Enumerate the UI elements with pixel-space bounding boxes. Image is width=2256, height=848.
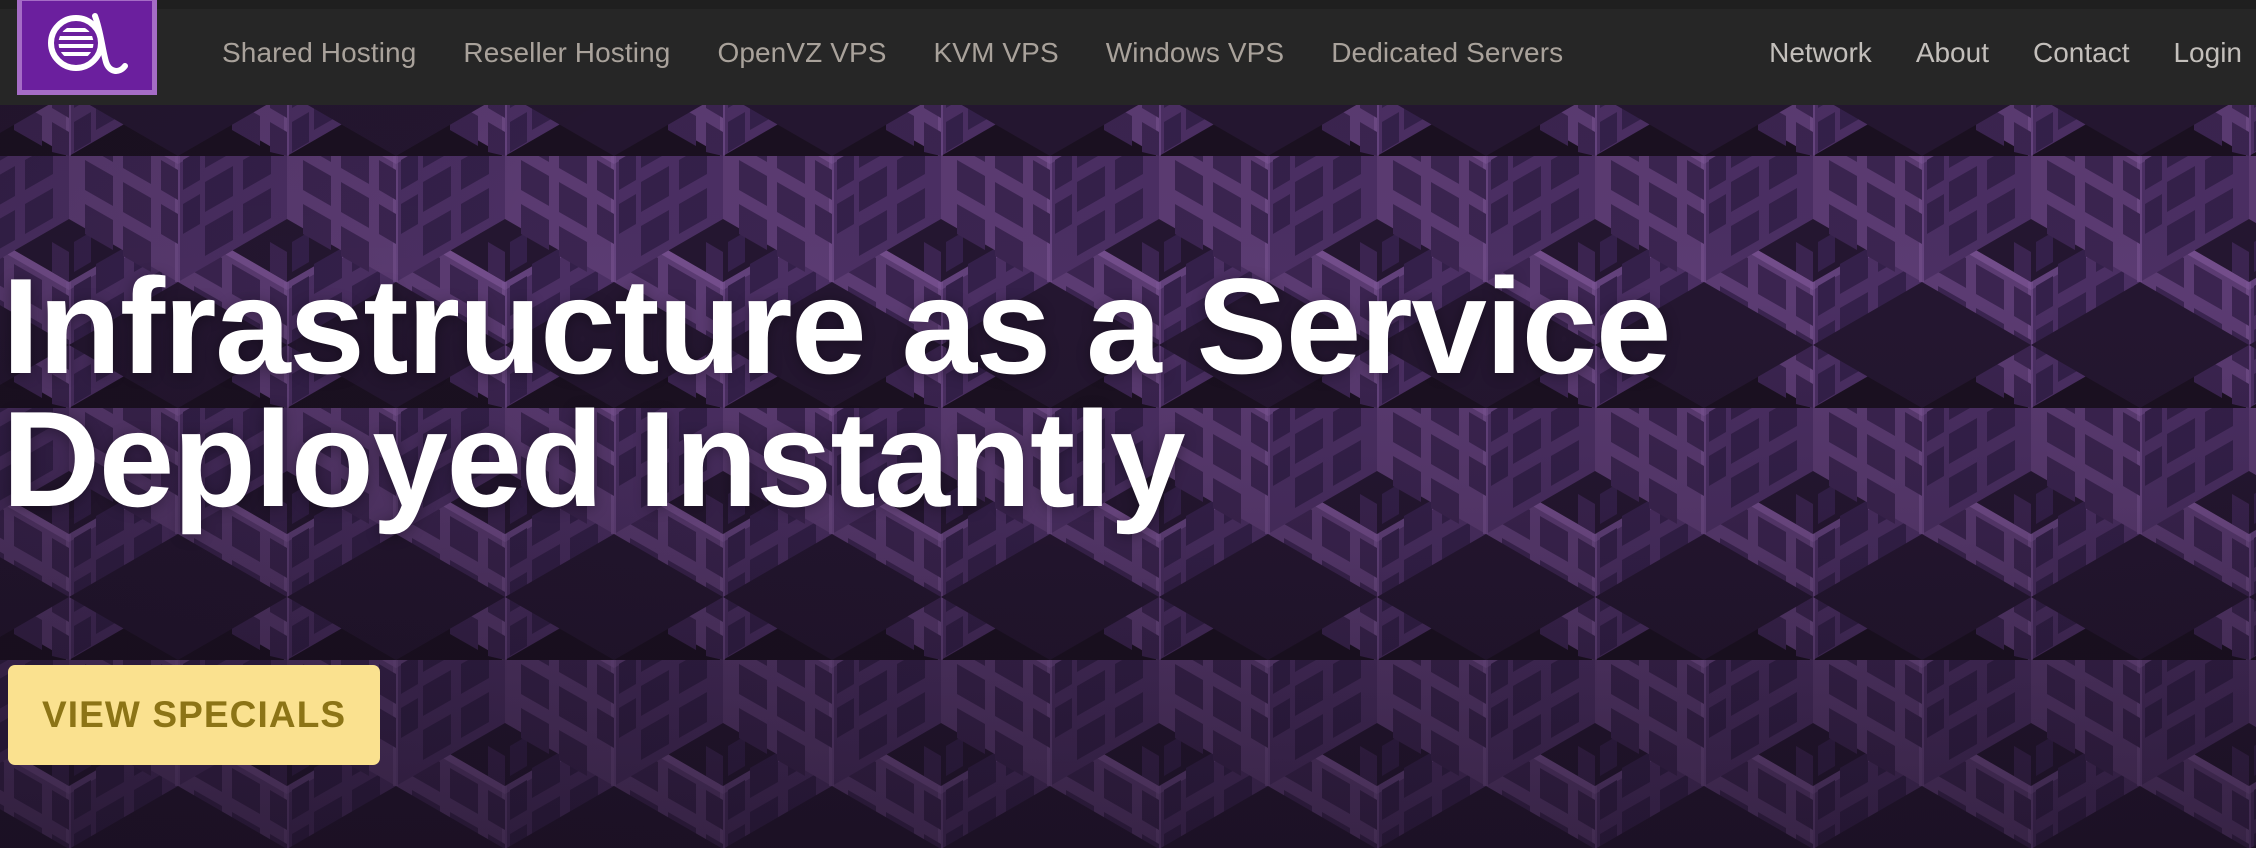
nav-link-windows-vps[interactable]: Windows VPS — [1106, 38, 1285, 67]
nav-link-contact[interactable]: Contact — [2033, 38, 2130, 67]
nav-link-openvz-vps[interactable]: OpenVZ VPS — [717, 38, 886, 67]
alpha-logo-icon — [48, 12, 128, 74]
view-specials-button[interactable]: VIEW SPECIALS — [8, 665, 381, 765]
nav-link-shared-hosting[interactable]: Shared Hosting — [222, 38, 416, 67]
hero-headline-line-2: Deployed Instantly — [2, 383, 1186, 536]
nav-link-reseller-hosting[interactable]: Reseller Hosting — [463, 38, 670, 67]
hero-section: Infrastructure as a Service Deployed Ins… — [0, 105, 2256, 848]
site-logo[interactable] — [17, 0, 157, 95]
site-header: Shared Hosting Reseller Hosting OpenVZ V… — [0, 0, 2256, 105]
page-root: Shared Hosting Reseller Hosting OpenVZ V… — [0, 0, 2256, 848]
nav-link-login[interactable]: Login — [2173, 38, 2242, 67]
nav-link-dedicated-servers[interactable]: Dedicated Servers — [1331, 38, 1563, 67]
hero-headline: Infrastructure as a Service Deployed Ins… — [2, 250, 1902, 536]
nav-link-network[interactable]: Network — [1769, 38, 1872, 67]
nav-link-kvm-vps[interactable]: KVM VPS — [934, 38, 1059, 67]
secondary-navigation: Network About Contact Login — [1769, 0, 2242, 105]
hero-headline-line-1: Infrastructure as a Service — [2, 250, 1671, 402]
primary-navigation: Shared Hosting Reseller Hosting OpenVZ V… — [222, 0, 1563, 105]
nav-link-about[interactable]: About — [1916, 38, 1989, 67]
